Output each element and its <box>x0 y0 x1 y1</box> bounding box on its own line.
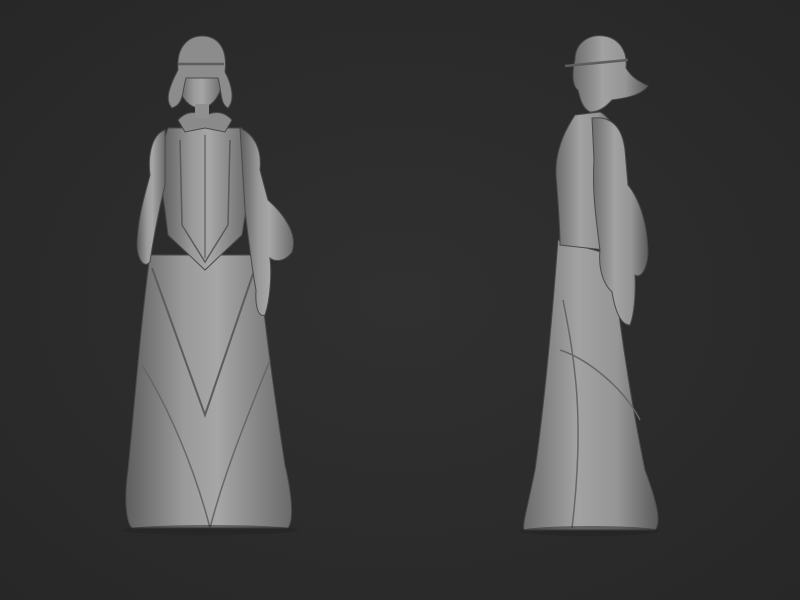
render-viewport <box>0 0 800 600</box>
side-head <box>572 35 649 113</box>
front-view-figure <box>125 35 294 529</box>
sculpt-render <box>122 35 660 536</box>
front-neck <box>195 104 209 118</box>
front-arm-left <box>136 129 166 265</box>
side-view-figure <box>523 35 659 531</box>
side-skirt <box>523 239 659 531</box>
side-ground-shadow <box>520 526 660 536</box>
front-ground-shadow <box>122 525 298 535</box>
